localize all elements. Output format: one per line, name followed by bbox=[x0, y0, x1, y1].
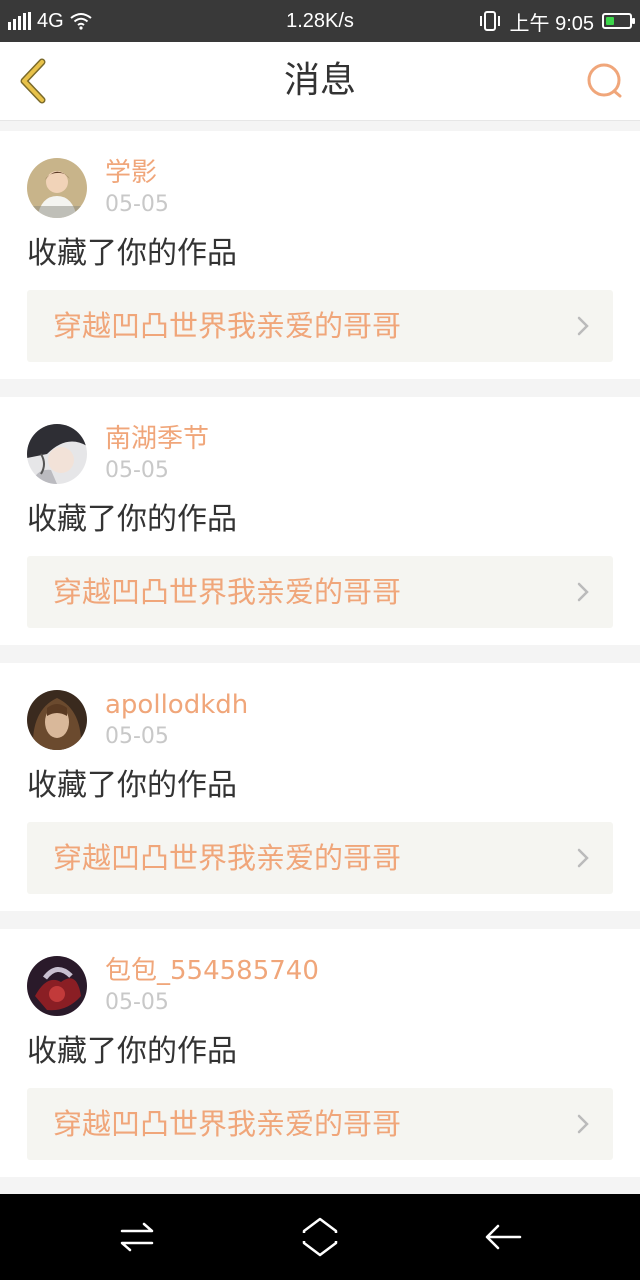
work-link[interactable]: 穿越凹凸世界我亲爱的哥哥 bbox=[27, 556, 613, 628]
chevron-right-icon bbox=[577, 1114, 589, 1134]
username[interactable]: 学影 bbox=[105, 158, 157, 188]
chevron-right-icon bbox=[577, 848, 589, 868]
chevron-right-icon bbox=[577, 316, 589, 336]
message-date: 05-05 bbox=[105, 724, 169, 749]
vibrate-icon bbox=[479, 11, 500, 31]
message-item: 学影 05-05 收藏了你的作品 穿越凹凸世界我亲爱的哥哥 bbox=[0, 131, 640, 379]
avatar[interactable] bbox=[27, 424, 87, 484]
username[interactable]: 包包_554585740 bbox=[105, 956, 319, 986]
search-icon[interactable] bbox=[584, 60, 626, 102]
message-date: 05-05 bbox=[105, 458, 169, 483]
home-icon[interactable] bbox=[297, 1214, 343, 1260]
message-text: 收藏了你的作品 bbox=[27, 502, 237, 537]
menu-swap-icon[interactable] bbox=[114, 1214, 160, 1260]
username[interactable]: 南湖季节 bbox=[105, 424, 209, 454]
message-item: apollodkdh 05-05 收藏了你的作品 穿越凹凸世界我亲爱的哥哥 bbox=[0, 663, 640, 911]
message-text: 收藏了你的作品 bbox=[27, 1034, 237, 1069]
work-link[interactable]: 穿越凹凸世界我亲爱的哥哥 bbox=[27, 1088, 613, 1160]
status-bar: 4G 1.28K/s 上午 9:05 bbox=[0, 0, 640, 42]
message-date: 05-05 bbox=[105, 192, 169, 217]
work-link[interactable]: 穿越凹凸世界我亲爱的哥哥 bbox=[27, 822, 613, 894]
app-header: 消息 bbox=[0, 42, 640, 121]
chevron-right-icon bbox=[577, 582, 589, 602]
work-title: 穿越凹凸世界我亲爱的哥哥 bbox=[53, 575, 402, 609]
message-date: 05-05 bbox=[105, 990, 169, 1015]
system-nav-bar bbox=[0, 1194, 640, 1280]
battery-icon bbox=[602, 13, 635, 29]
page-title: 消息 bbox=[283, 60, 356, 101]
message-text: 收藏了你的作品 bbox=[27, 768, 237, 803]
message-item: 包包_554585740 05-05 收藏了你的作品 穿越凹凸世界我亲爱的哥哥 bbox=[0, 929, 640, 1177]
message-text: 收藏了你的作品 bbox=[27, 236, 237, 271]
avatar[interactable] bbox=[27, 158, 87, 218]
message-item: 南湖季节 05-05 收藏了你的作品 穿越凹凸世界我亲爱的哥哥 bbox=[0, 397, 640, 645]
back-icon[interactable] bbox=[480, 1214, 526, 1260]
avatar[interactable] bbox=[27, 690, 87, 750]
avatar[interactable] bbox=[27, 956, 87, 1016]
work-link[interactable]: 穿越凹凸世界我亲爱的哥哥 bbox=[27, 290, 613, 362]
work-title: 穿越凹凸世界我亲爱的哥哥 bbox=[53, 1107, 402, 1141]
work-title: 穿越凹凸世界我亲爱的哥哥 bbox=[53, 841, 402, 875]
username[interactable]: apollodkdh bbox=[105, 690, 248, 720]
work-title: 穿越凹凸世界我亲爱的哥哥 bbox=[53, 309, 402, 343]
clock: 上午 9:05 bbox=[509, 12, 594, 35]
message-list: 学影 05-05 收藏了你的作品 穿越凹凸世界我亲爱的哥哥 南湖季节 05-05… bbox=[0, 131, 640, 1195]
status-right: 上午 9:05 bbox=[478, 0, 635, 42]
